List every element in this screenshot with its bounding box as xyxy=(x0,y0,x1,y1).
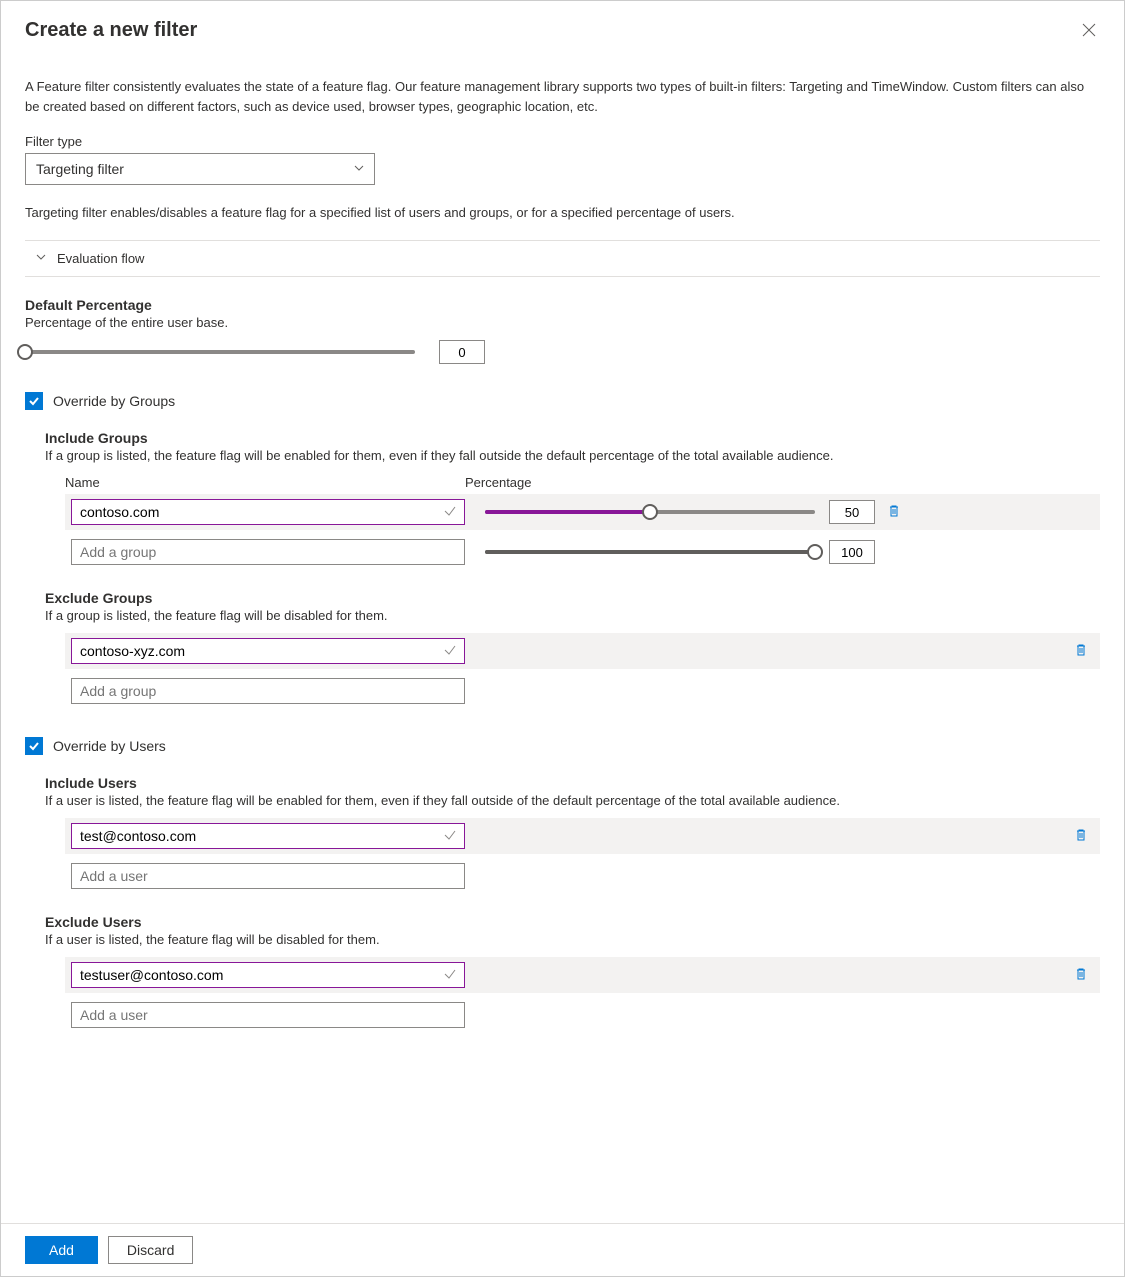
exclude-group-row xyxy=(65,633,1100,669)
exclude-group-input[interactable] xyxy=(71,638,465,664)
create-filter-dialog: Create a new filter A Feature filter con… xyxy=(0,0,1125,1277)
checkmark-icon xyxy=(443,828,457,845)
column-percentage: Percentage xyxy=(465,475,532,490)
chevron-down-icon xyxy=(35,251,47,266)
override-groups-label: Override by Groups xyxy=(53,393,175,409)
default-percentage-title: Default Percentage xyxy=(25,297,1100,313)
default-percentage-subtext: Percentage of the entire user base. xyxy=(25,315,1100,330)
override-groups-row: Override by Groups xyxy=(25,392,1100,410)
exclude-user-input[interactable] xyxy=(71,962,465,988)
delete-user-button[interactable] xyxy=(1072,965,1090,986)
discard-button[interactable]: Discard xyxy=(108,1236,193,1264)
group-percentage-input[interactable] xyxy=(829,500,875,524)
override-users-checkbox[interactable] xyxy=(25,737,43,755)
user-input-wrap xyxy=(71,823,465,849)
delete-user-button[interactable] xyxy=(1072,826,1090,847)
delete-group-button[interactable] xyxy=(1072,641,1090,662)
add-group-input[interactable] xyxy=(71,539,465,565)
default-percentage-input[interactable] xyxy=(439,340,485,364)
exclude-groups-title: Exclude Groups xyxy=(45,590,1100,606)
evaluation-flow-label: Evaluation flow xyxy=(57,251,144,266)
checkmark-icon xyxy=(443,967,457,984)
checkmark-icon xyxy=(443,643,457,660)
delete-group-button[interactable] xyxy=(885,502,903,523)
include-user-input[interactable] xyxy=(71,823,465,849)
add-group-slider[interactable] xyxy=(485,550,815,554)
exclude-groups-subtext: If a group is listed, the feature flag w… xyxy=(45,608,1100,623)
add-include-user-input[interactable] xyxy=(71,863,465,889)
description-text: A Feature filter consistently evaluates … xyxy=(25,77,1100,116)
slider-fill xyxy=(485,510,650,514)
add-group-row xyxy=(65,534,1100,570)
dialog-title: Create a new filter xyxy=(25,19,197,42)
dialog-content: A Feature filter consistently evaluates … xyxy=(1,45,1124,1223)
trash-icon xyxy=(1074,967,1088,981)
slider-thumb[interactable] xyxy=(17,344,33,360)
add-exclude-group-input[interactable] xyxy=(71,678,465,704)
group-input-wrap xyxy=(71,499,465,525)
add-exclude-group-row xyxy=(65,673,1100,709)
include-groups-header: Name Percentage xyxy=(45,475,1100,490)
filter-type-select-wrap: Targeting filter xyxy=(25,153,375,185)
exclude-user-row xyxy=(65,957,1100,993)
default-percentage-slider-row xyxy=(25,340,1100,364)
include-user-row xyxy=(65,818,1100,854)
dialog-header: Create a new filter xyxy=(1,1,1124,45)
override-users-row: Override by Users xyxy=(25,737,1100,755)
checkmark-icon xyxy=(443,504,457,521)
filter-type-label: Filter type xyxy=(25,134,1100,149)
evaluation-flow-toggle[interactable]: Evaluation flow xyxy=(25,240,1100,277)
include-groups-section: Include Groups If a group is listed, the… xyxy=(45,430,1100,570)
slider-fill xyxy=(485,550,815,554)
add-include-user-row xyxy=(65,858,1100,894)
filter-type-select[interactable]: Targeting filter xyxy=(25,153,375,185)
slider-thumb[interactable] xyxy=(807,544,823,560)
include-users-subtext: If a user is listed, the feature flag wi… xyxy=(45,793,1100,808)
override-users-label: Override by Users xyxy=(53,738,166,754)
default-percentage-slider[interactable] xyxy=(25,350,415,354)
exclude-groups-section: Exclude Groups If a group is listed, the… xyxy=(45,590,1100,709)
exclude-users-section: Exclude Users If a user is listed, the f… xyxy=(45,914,1100,1033)
group-input-wrap xyxy=(71,638,465,664)
check-icon xyxy=(28,740,40,752)
add-exclude-user-input[interactable] xyxy=(71,1002,465,1028)
check-icon xyxy=(28,395,40,407)
group-percentage-slider[interactable] xyxy=(485,510,815,514)
add-exclude-user-row xyxy=(65,997,1100,1033)
add-button[interactable]: Add xyxy=(25,1236,98,1264)
exclude-users-title: Exclude Users xyxy=(45,914,1100,930)
include-group-row xyxy=(65,494,1100,530)
exclude-users-subtext: If a user is listed, the feature flag wi… xyxy=(45,932,1100,947)
close-icon xyxy=(1082,23,1096,37)
trash-icon xyxy=(1074,828,1088,842)
trash-icon xyxy=(1074,643,1088,657)
targeting-info-text: Targeting filter enables/disables a feat… xyxy=(25,205,1100,220)
include-groups-title: Include Groups xyxy=(45,430,1100,446)
include-users-section: Include Users If a user is listed, the f… xyxy=(45,775,1100,894)
user-input-wrap xyxy=(71,962,465,988)
include-users-title: Include Users xyxy=(45,775,1100,791)
include-groups-subtext: If a group is listed, the feature flag w… xyxy=(45,448,1100,463)
override-groups-checkbox[interactable] xyxy=(25,392,43,410)
column-name: Name xyxy=(65,475,465,490)
slider-thumb[interactable] xyxy=(642,504,658,520)
trash-icon xyxy=(887,504,901,518)
group-name-input[interactable] xyxy=(71,499,465,525)
add-group-percentage-input[interactable] xyxy=(829,540,875,564)
dialog-footer: Add Discard xyxy=(1,1223,1124,1276)
close-button[interactable] xyxy=(1078,19,1100,45)
